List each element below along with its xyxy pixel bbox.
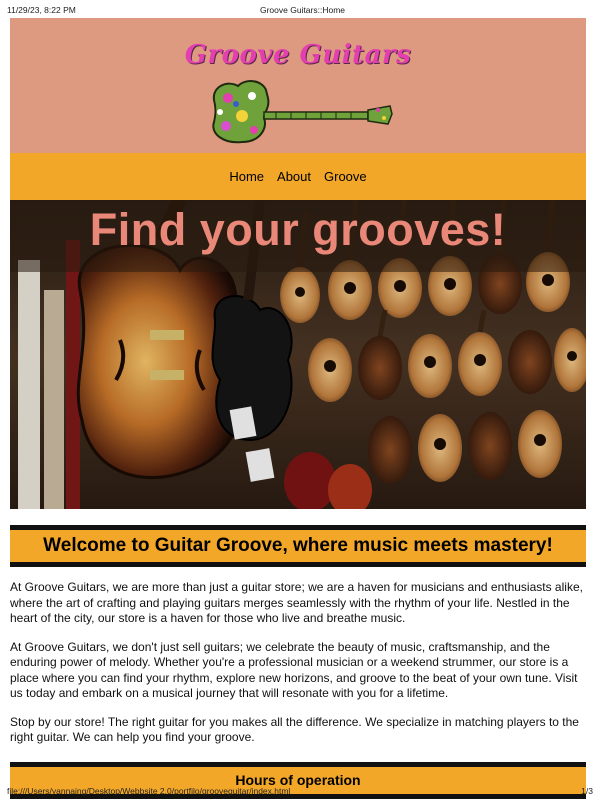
page: Groove Guitars Home About Groove Find yo…	[10, 18, 586, 799]
logo-banner: Groove Guitars	[10, 18, 586, 153]
hero-banner: Find your grooves!	[10, 200, 586, 509]
print-page-title: Groove Guitars::Home	[259, 5, 346, 15]
print-page-number: 1/3	[581, 786, 593, 796]
about-paragraph: At Groove Guitars, we don't just sell gu…	[10, 639, 578, 701]
print-footer: file:///Users/yannaing/Desktop/Webbsite …	[0, 782, 605, 800]
nav-groove[interactable]: Groove	[324, 169, 367, 184]
intro-paragraph: At Groove Guitars, we are more than just…	[10, 580, 583, 625]
print-url: file:///Users/yannaing/Desktop/Webbsite …	[7, 786, 291, 796]
nav-about[interactable]: About	[277, 169, 311, 184]
hero-title: Find your grooves!	[89, 204, 507, 255]
main-nav: Home About Groove	[10, 153, 586, 200]
nav-home[interactable]: Home	[229, 169, 264, 184]
welcome-heading: Welcome to Guitar Groove, where music me…	[43, 535, 553, 556]
print-header: 11/29/23, 8:22 PM Groove Guitars::Home	[0, 0, 605, 18]
visit-paragraph: Stop by our store! The right guitar for …	[10, 714, 579, 745]
site-logo-text: Groove Guitars	[184, 40, 412, 70]
welcome-heading-bar: Welcome to Guitar Groove, where music me…	[10, 525, 586, 567]
guitar-logo-icon	[212, 80, 393, 144]
